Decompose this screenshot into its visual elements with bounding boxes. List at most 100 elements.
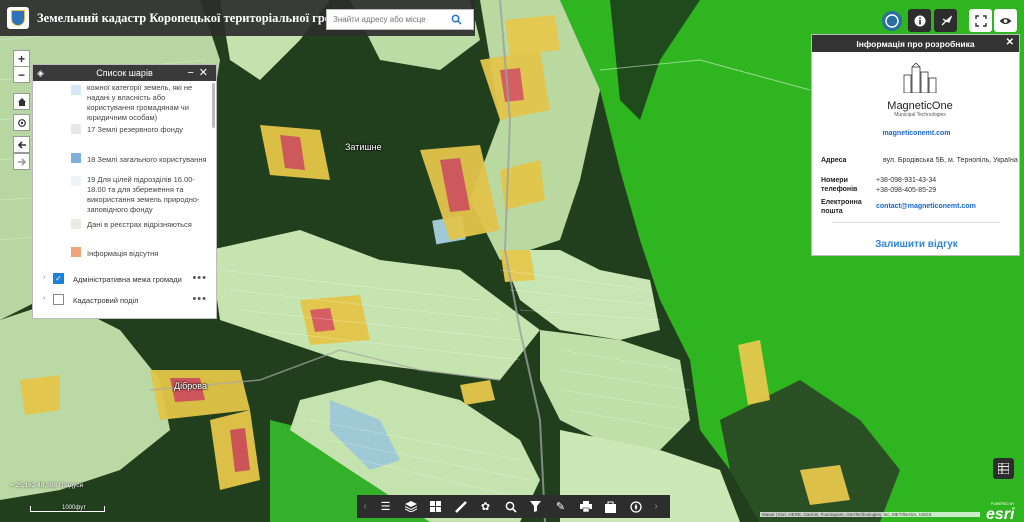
info-panel-header: Інформація про розробника ✕ bbox=[812, 35, 1019, 52]
layer-checkbox[interactable] bbox=[53, 294, 64, 305]
layer-list-body: кожної категорії земель, які не надані у… bbox=[33, 81, 216, 319]
layer-list-title: Список шарів bbox=[96, 68, 153, 78]
fullscreen-button[interactable] bbox=[969, 9, 992, 32]
developer-info-panel: Інформація про розробника ✕ MagneticOne … bbox=[811, 34, 1020, 256]
phone-2: +38-098-405-85-29 bbox=[876, 187, 937, 194]
info-panel-title: Інформація про розробника bbox=[856, 38, 975, 49]
legend-swatch bbox=[71, 153, 81, 163]
legend-item: Дані в реєстрах відрізняються bbox=[87, 220, 192, 229]
printer-icon bbox=[579, 501, 592, 512]
layers-icon bbox=[404, 501, 417, 512]
share-button[interactable] bbox=[934, 9, 957, 32]
previous-extent-button[interactable] bbox=[13, 136, 30, 153]
toolbar-next-icon[interactable]: › bbox=[648, 501, 664, 512]
search-box bbox=[326, 9, 474, 30]
place-label-dibrova: Діброва bbox=[174, 381, 207, 391]
info-circle-icon bbox=[881, 10, 902, 31]
home-icon bbox=[17, 97, 26, 106]
info-icon bbox=[914, 15, 925, 26]
visibility-button[interactable] bbox=[994, 9, 1017, 32]
more-options-icon[interactable]: ••• bbox=[192, 272, 207, 284]
minimize-button[interactable]: − bbox=[187, 67, 198, 79]
layer-label: Кадастровий поділ bbox=[73, 296, 139, 305]
query-button[interactable] bbox=[498, 495, 523, 518]
layer-checkbox[interactable]: ✓ bbox=[53, 273, 64, 284]
layers-tool-button[interactable] bbox=[398, 495, 423, 518]
legend-item: 19 Для цілей підрозділів 16.00-18.00 та … bbox=[87, 175, 200, 214]
email-link[interactable]: contact@magneticonemt.com bbox=[876, 202, 1024, 212]
layer-list-panel: ◈ Список шарів −✕ кожної категорії земел… bbox=[32, 64, 217, 319]
locate-button[interactable] bbox=[13, 114, 30, 131]
locate-icon bbox=[17, 118, 26, 127]
arrow-left-icon bbox=[17, 140, 26, 149]
coordinates-text: 25,162 48,988 Градуси bbox=[15, 482, 84, 489]
legend-item: кожної категорії земель, які не надані у… bbox=[87, 83, 193, 122]
chevron-right-icon[interactable]: › bbox=[43, 295, 45, 302]
coat-of-arms-logo bbox=[7, 7, 29, 29]
palette-icon: ✿ bbox=[480, 501, 491, 513]
close-icon[interactable]: ✕ bbox=[1006, 37, 1014, 48]
address-value: вул. Бродівська 5Б, м. Тернопіль, Україн… bbox=[883, 157, 1018, 164]
esri-logo: POWERED BY esri bbox=[986, 502, 1014, 522]
legend-item: 17 Землі резервного фонду bbox=[87, 125, 184, 134]
next-extent-button[interactable] bbox=[13, 153, 30, 170]
bag-icon bbox=[605, 501, 616, 513]
grid-icon bbox=[430, 501, 441, 512]
edit-button[interactable]: ✎ bbox=[548, 495, 573, 518]
minus-icon: − bbox=[17, 67, 25, 82]
search-button[interactable] bbox=[445, 10, 467, 29]
list-icon: ☰ bbox=[380, 501, 391, 513]
magnifier-icon bbox=[505, 501, 517, 513]
home-button[interactable] bbox=[13, 93, 30, 110]
layers-icon: ◈ bbox=[37, 68, 44, 78]
map-attribution: Maxar | Esri, HERE, Garmin, Foursquare, … bbox=[760, 512, 980, 517]
table-icon bbox=[998, 463, 1009, 474]
eye-icon bbox=[999, 17, 1012, 24]
print-button[interactable] bbox=[573, 495, 598, 518]
legend-item: Інформація відсутня bbox=[87, 249, 159, 258]
more-options-icon[interactable]: ••• bbox=[192, 293, 207, 305]
fullscreen-icon bbox=[974, 14, 987, 27]
layer-row-admin-boundary[interactable]: › ✓ Адміністративна межа громади ••• bbox=[33, 270, 216, 288]
directions-button[interactable] bbox=[623, 495, 648, 518]
layer-list-header: ◈ Список шарів −✕ bbox=[33, 65, 216, 81]
about-button[interactable] bbox=[880, 9, 903, 32]
legend-swatch bbox=[71, 247, 81, 257]
legend-tool-button[interactable]: ☰ bbox=[373, 495, 398, 518]
website-link[interactable]: magneticonemt.com bbox=[812, 130, 1021, 137]
leave-feedback-link[interactable]: Залишити відгук bbox=[812, 239, 1021, 250]
info-button[interactable] bbox=[908, 9, 931, 32]
zoom-out-button[interactable]: − bbox=[13, 66, 30, 83]
ruler-icon bbox=[454, 500, 467, 513]
legend-swatch bbox=[71, 219, 81, 229]
esri-wordmark: esri bbox=[986, 506, 1015, 522]
filter-button[interactable] bbox=[523, 495, 548, 518]
app-header: Земельний кадастр Коропецької територіал… bbox=[0, 0, 475, 36]
filter-icon bbox=[530, 501, 541, 512]
phone-1: +38-098-931-43-34 bbox=[876, 177, 937, 184]
city-skyline-icon bbox=[903, 62, 937, 94]
attribute-table-button[interactable] bbox=[993, 458, 1014, 479]
chevron-right-icon[interactable]: › bbox=[43, 274, 45, 281]
bottom-toolbar: ‹ ☰ ✿ ✎ › bbox=[357, 495, 670, 518]
crosshair-icon[interactable]: ⌖ bbox=[10, 482, 14, 489]
developer-logo: MagneticOne Municipal Technologies bbox=[878, 62, 962, 118]
toolbar-prev-icon[interactable]: ‹ bbox=[357, 501, 373, 512]
close-button[interactable]: ✕ bbox=[199, 67, 213, 79]
scale-label: 1000фут bbox=[62, 505, 86, 511]
brand-name: MagneticOne bbox=[887, 100, 953, 112]
phones-label: Номери телефонів bbox=[821, 177, 858, 193]
divider bbox=[832, 222, 1000, 223]
bookmark-button[interactable] bbox=[598, 495, 623, 518]
search-input[interactable] bbox=[327, 15, 445, 24]
email-label: Електронна пошта bbox=[821, 199, 862, 215]
measure-button[interactable] bbox=[448, 495, 473, 518]
compass-icon bbox=[629, 500, 642, 513]
legend-swatch bbox=[71, 124, 81, 134]
basemap-gallery-button[interactable] bbox=[423, 495, 448, 518]
draw-button[interactable]: ✿ bbox=[473, 495, 498, 518]
legend-item: 18 Землі загального користування bbox=[87, 155, 207, 164]
zoom-in-button[interactable]: + bbox=[13, 50, 30, 67]
scrollbar[interactable] bbox=[212, 83, 215, 128]
layer-row-cadastral[interactable]: › Кадастровий поділ ••• bbox=[33, 291, 216, 309]
